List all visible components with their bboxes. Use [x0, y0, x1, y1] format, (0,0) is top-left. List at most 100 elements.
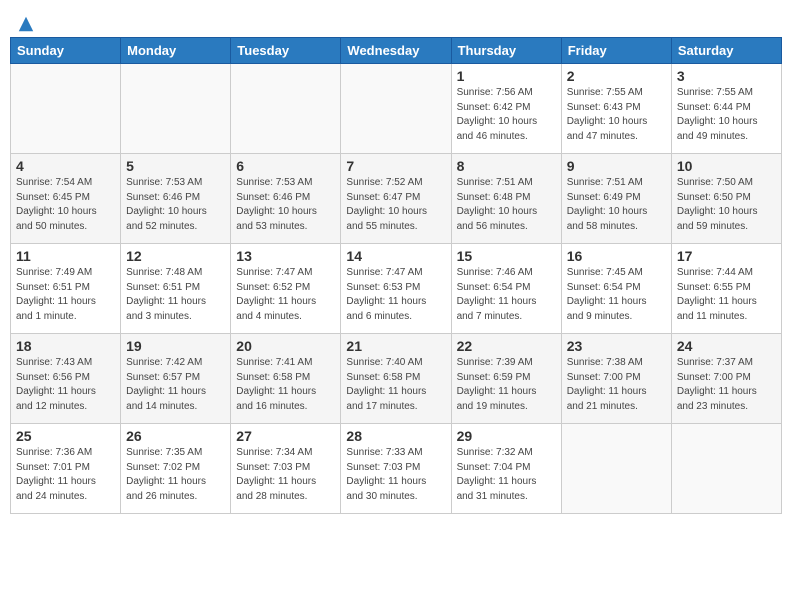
day-number: 28 — [346, 428, 445, 444]
calendar-cell: 5Sunrise: 7:53 AM Sunset: 6:46 PM Daylig… — [121, 154, 231, 244]
day-info: Sunrise: 7:48 AM Sunset: 6:51 PM Dayligh… — [126, 266, 225, 324]
day-info: Sunrise: 7:39 AM Sunset: 6:59 PM Dayligh… — [457, 356, 556, 414]
day-number: 16 — [567, 248, 666, 264]
day-number: 10 — [677, 158, 776, 174]
page-header — [10, 10, 782, 27]
day-number: 4 — [16, 158, 115, 174]
day-info: Sunrise: 7:33 AM Sunset: 7:03 PM Dayligh… — [346, 446, 445, 504]
calendar-cell: 18 Sunrise: 7:43 AM Sunset: 6:56 PM Dayli… — [11, 334, 121, 424]
day-info: Sunrise: 7:56 AM Sunset: 6:42 PM Dayligh… — [457, 86, 556, 144]
day-number: 2 — [567, 68, 666, 84]
weekday-header-tuesday: Tuesday — [231, 38, 341, 64]
day-number: 8 — [457, 158, 556, 174]
calendar-cell — [671, 424, 781, 514]
calendar-cell: 28 Sunrise: 7:33 AM Sunset: 7:03 PM Dayli… — [341, 424, 451, 514]
weekday-header-friday: Friday — [561, 38, 671, 64]
day-number: 14 — [346, 248, 445, 264]
day-info: Sunrise: 7:52 AM Sunset: 6:47 PM Dayligh… — [346, 176, 445, 234]
day-info: Sunrise: 7:51 AM Sunset: 6:49 PM Dayligh… — [567, 176, 666, 234]
calendar-cell: 4 Sunrise: 7:54 AM Sunset: 6:45 PM Daylig… — [11, 154, 121, 244]
day-number: 1 — [457, 68, 556, 84]
day-info: Sunrise: 7:47 AM Sunset: 6:52 PM Dayligh… — [236, 266, 335, 324]
day-info: Sunrise: 7:46 AM Sunset: 6:54 PM Dayligh… — [457, 266, 556, 324]
calendar-cell: 19 Sunrise: 7:42 AM Sunset: 6:57 PM Dayli… — [121, 334, 231, 424]
day-info: Sunrise: 7:55 AM Sunset: 6:43 PM Dayligh… — [567, 86, 666, 144]
day-info: Sunrise: 7:44 AM Sunset: 6:55 PM Dayligh… — [677, 266, 776, 324]
calendar-cell: 21 Sunrise: 7:40 AM Sunset: 6:58 PM Dayli… — [341, 334, 451, 424]
day-info: Sunrise: 7:53 AM Sunset: 6:46 PM Dayligh… — [126, 176, 225, 234]
calendar-cell: 13 Sunrise: 7:47 AM Sunset: 6:52 PM Dayli… — [231, 244, 341, 334]
day-number: 17 — [677, 248, 776, 264]
calendar-cell: 29 Sunrise: 7:32 AM Sunset: 7:04 PM Dayli… — [451, 424, 561, 514]
day-number: 7 — [346, 158, 445, 174]
day-number: 24 — [677, 338, 776, 354]
day-number: 22 — [457, 338, 556, 354]
calendar-cell: 3Sunrise: 7:55 AM Sunset: 6:44 PM Daylig… — [671, 64, 781, 154]
day-info: Sunrise: 7:49 AM Sunset: 6:51 PM Dayligh… — [16, 266, 115, 324]
calendar-week-row: 18 Sunrise: 7:43 AM Sunset: 6:56 PM Dayli… — [11, 334, 782, 424]
day-info: Sunrise: 7:40 AM Sunset: 6:58 PM Dayligh… — [346, 356, 445, 414]
day-number: 11 — [16, 248, 115, 264]
day-info: Sunrise: 7:37 AM Sunset: 7:00 PM Dayligh… — [677, 356, 776, 414]
calendar-cell — [121, 64, 231, 154]
day-number: 9 — [567, 158, 666, 174]
day-info: Sunrise: 7:34 AM Sunset: 7:03 PM Dayligh… — [236, 446, 335, 504]
calendar-header-row: SundayMondayTuesdayWednesdayThursdayFrid… — [11, 38, 782, 64]
calendar-cell: 2 Sunrise: 7:55 AM Sunset: 6:43 PM Daylig… — [561, 64, 671, 154]
day-number: 19 — [126, 338, 225, 354]
calendar-cell: 10 Sunrise: 7:50 AM Sunset: 6:50 PM Dayli… — [671, 154, 781, 244]
day-info: Sunrise: 7:41 AM Sunset: 6:58 PM Dayligh… — [236, 356, 335, 414]
calendar-week-row: 4 Sunrise: 7:54 AM Sunset: 6:45 PM Daylig… — [11, 154, 782, 244]
weekday-header-thursday: Thursday — [451, 38, 561, 64]
day-info: Sunrise: 7:35 AM Sunset: 7:02 PM Dayligh… — [126, 446, 225, 504]
day-number: 13 — [236, 248, 335, 264]
calendar-week-row: 25 Sunrise: 7:36 AM Sunset: 7:01 PM Dayli… — [11, 424, 782, 514]
day-number: 18 — [16, 338, 115, 354]
weekday-header-wednesday: Wednesday — [341, 38, 451, 64]
day-number: 23 — [567, 338, 666, 354]
calendar-cell: 25 Sunrise: 7:36 AM Sunset: 7:01 PM Dayli… — [11, 424, 121, 514]
calendar-cell: 15Sunrise: 7:46 AM Sunset: 6:54 PM Dayli… — [451, 244, 561, 334]
logo — [15, 15, 35, 27]
weekday-header-saturday: Saturday — [671, 38, 781, 64]
calendar-week-row: 1 Sunrise: 7:56 AM Sunset: 6:42 PM Daylig… — [11, 64, 782, 154]
calendar-cell: 6 Sunrise: 7:53 AM Sunset: 6:46 PM Daylig… — [231, 154, 341, 244]
logo-icon — [17, 15, 35, 33]
day-info: Sunrise: 7:55 AM Sunset: 6:44 PM Dayligh… — [677, 86, 776, 144]
day-info: Sunrise: 7:45 AM Sunset: 6:54 PM Dayligh… — [567, 266, 666, 324]
day-number: 20 — [236, 338, 335, 354]
day-info: Sunrise: 7:43 AM Sunset: 6:56 PM Dayligh… — [16, 356, 115, 414]
day-number: 29 — [457, 428, 556, 444]
calendar-cell — [341, 64, 451, 154]
day-info: Sunrise: 7:36 AM Sunset: 7:01 PM Dayligh… — [16, 446, 115, 504]
day-number: 27 — [236, 428, 335, 444]
calendar-cell: 16 Sunrise: 7:45 AM Sunset: 6:54 PM Dayli… — [561, 244, 671, 334]
day-number: 21 — [346, 338, 445, 354]
calendar-cell — [231, 64, 341, 154]
calendar-cell — [561, 424, 671, 514]
day-info: Sunrise: 7:53 AM Sunset: 6:46 PM Dayligh… — [236, 176, 335, 234]
calendar-week-row: 11 Sunrise: 7:49 AM Sunset: 6:51 PM Dayli… — [11, 244, 782, 334]
day-number: 25 — [16, 428, 115, 444]
calendar-cell: 20 Sunrise: 7:41 AM Sunset: 6:58 PM Dayli… — [231, 334, 341, 424]
calendar-cell: 1 Sunrise: 7:56 AM Sunset: 6:42 PM Daylig… — [451, 64, 561, 154]
day-info: Sunrise: 7:42 AM Sunset: 6:57 PM Dayligh… — [126, 356, 225, 414]
day-info: Sunrise: 7:47 AM Sunset: 6:53 PM Dayligh… — [346, 266, 445, 324]
calendar-cell: 9 Sunrise: 7:51 AM Sunset: 6:49 PM Daylig… — [561, 154, 671, 244]
calendar-table: SundayMondayTuesdayWednesdayThursdayFrid… — [10, 37, 782, 514]
calendar-cell: 27 Sunrise: 7:34 AM Sunset: 7:03 PM Dayli… — [231, 424, 341, 514]
calendar-cell: 14 Sunrise: 7:47 AM Sunset: 6:53 PM Dayli… — [341, 244, 451, 334]
day-number: 12 — [126, 248, 225, 264]
weekday-header-monday: Monday — [121, 38, 231, 64]
calendar-cell — [11, 64, 121, 154]
day-info: Sunrise: 7:50 AM Sunset: 6:50 PM Dayligh… — [677, 176, 776, 234]
day-info: Sunrise: 7:32 AM Sunset: 7:04 PM Dayligh… — [457, 446, 556, 504]
calendar-cell: 26 Sunrise: 7:35 AM Sunset: 7:02 PM Dayli… — [121, 424, 231, 514]
calendar-cell: 23 Sunrise: 7:38 AM Sunset: 7:00 PM Dayli… — [561, 334, 671, 424]
day-info: Sunrise: 7:38 AM Sunset: 7:00 PM Dayligh… — [567, 356, 666, 414]
calendar-cell: 12 Sunrise: 7:48 AM Sunset: 6:51 PM Dayli… — [121, 244, 231, 334]
day-number: 26 — [126, 428, 225, 444]
calendar-body: 1 Sunrise: 7:56 AM Sunset: 6:42 PM Daylig… — [11, 64, 782, 514]
day-info: Sunrise: 7:54 AM Sunset: 6:45 PM Dayligh… — [16, 176, 115, 234]
day-number: 6 — [236, 158, 335, 174]
